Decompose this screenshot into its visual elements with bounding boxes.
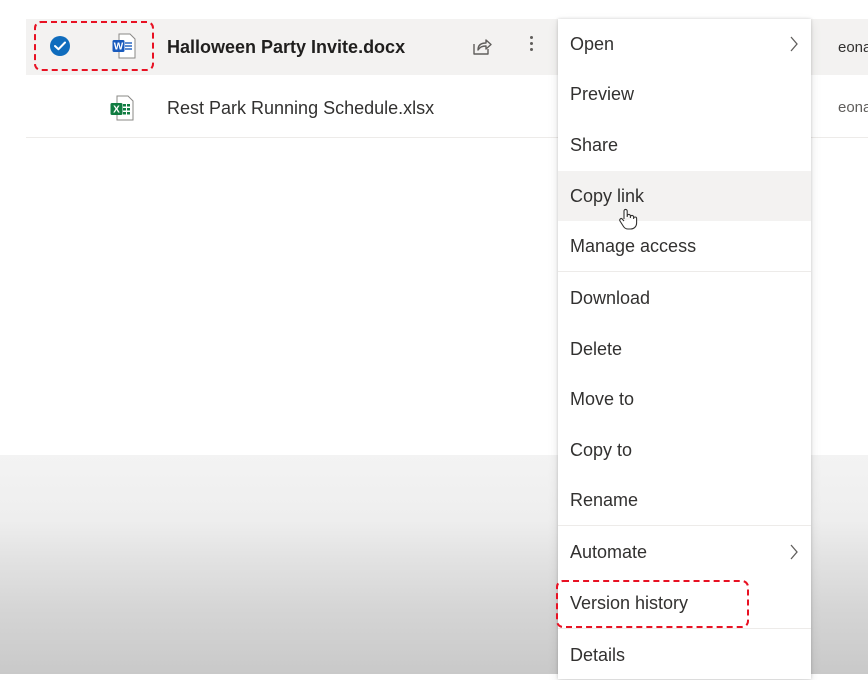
modified-by: eonard A [838, 99, 868, 116]
excel-letter: X [113, 105, 120, 116]
annotation-box-version-history [556, 580, 749, 628]
menu-item-delete[interactable]: Delete [558, 324, 811, 374]
menu-item-label: Details [570, 645, 626, 665]
hand-pointer-cursor-icon [618, 208, 638, 230]
menu-item-details[interactable]: Details [558, 630, 811, 680]
menu-item-copy-link[interactable]: Copy link [558, 171, 811, 221]
menu-item-preview[interactable]: Preview [558, 69, 811, 119]
menu-item-label: Move to [570, 389, 635, 409]
menu-item-copy-to[interactable]: Copy to [558, 425, 811, 475]
file-name[interactable]: Rest Park Running Schedule.xlsx [167, 98, 434, 118]
menu-item-label: Delete [570, 339, 623, 359]
more-options-icon[interactable] [524, 33, 538, 59]
menu-item-automate[interactable]: Automate [558, 527, 811, 577]
menu-divider [558, 271, 811, 272]
chevron-right-icon [790, 544, 798, 560]
menu-item-share[interactable]: Share [558, 120, 811, 170]
menu-item-label: Download [570, 288, 651, 308]
menu-divider [558, 525, 811, 526]
menu-item-label: Automate [570, 542, 648, 562]
menu-item-label: Rename [570, 490, 639, 510]
menu-item-label: Manage access [570, 236, 697, 256]
share-icon[interactable] [472, 36, 492, 56]
menu-item-move-to[interactable]: Move to [558, 374, 811, 424]
menu-item-download[interactable]: Download [558, 273, 811, 323]
menu-item-label: Share [570, 135, 619, 155]
menu-item-label: Open [570, 34, 615, 54]
menu-divider [558, 628, 811, 629]
file-name[interactable]: Halloween Party Invite.docx [167, 37, 405, 57]
excel-file-icon: X [110, 95, 134, 121]
menu-item-rename[interactable]: Rename [558, 475, 811, 525]
chevron-right-icon [790, 36, 798, 52]
menu-item-label: Copy to [570, 440, 633, 460]
menu-item-label: Preview [570, 84, 635, 104]
menu-item-open[interactable]: Open [558, 19, 811, 69]
modified-by: eonard A [838, 39, 868, 56]
menu-item-manage-access[interactable]: Manage access [558, 221, 811, 271]
menu-item-label: Copy link [570, 186, 645, 206]
annotation-box-selected-file [34, 21, 154, 71]
